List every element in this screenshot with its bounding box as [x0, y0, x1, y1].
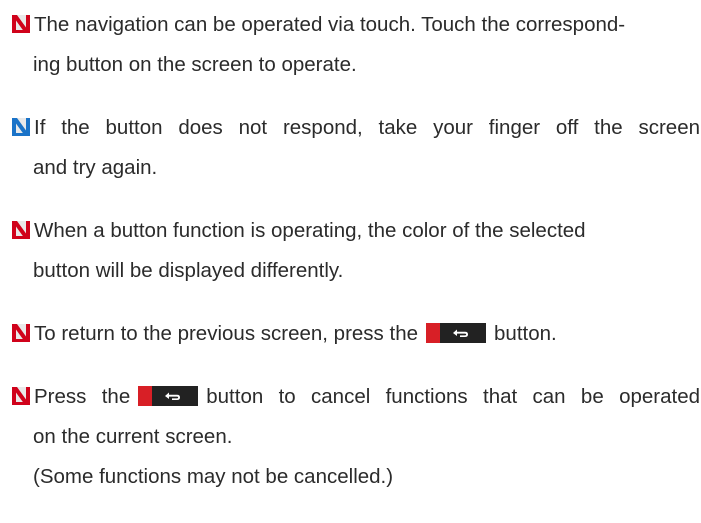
back-button-icon: [426, 323, 487, 343]
note-line: Press the button to cancel functions tha…: [12, 377, 700, 417]
note-no-response: If the button does not respond, take you…: [12, 108, 700, 188]
note-line: The navigation can be operated via touch…: [12, 5, 700, 45]
note-touch-operation: The navigation can be operated via touch…: [12, 5, 700, 85]
note-line: If the button does not respond, take you…: [12, 108, 700, 148]
back-button-icon: [138, 386, 199, 406]
note-line: ing button on the screen to operate.: [33, 53, 357, 76]
note-cancel-functions: Press the button to cancel functions tha…: [12, 377, 700, 497]
note-line: (Some functions may not be cancelled.): [33, 465, 394, 488]
red-marker-icon: [12, 387, 30, 405]
note-selected-color: When a button function is operating, the…: [12, 211, 700, 291]
note-line: To return to the previous screen, press …: [12, 314, 700, 354]
red-marker-icon: [12, 324, 30, 342]
note-line: on the current screen.: [33, 425, 233, 448]
red-marker-icon: [12, 15, 30, 33]
note-line: When a button function is operating, the…: [12, 211, 700, 251]
note-line: button will be displayed differently.: [33, 259, 344, 282]
red-marker-icon: [12, 221, 30, 239]
blue-marker-icon: [12, 118, 30, 136]
note-line: and try again.: [33, 156, 158, 179]
note-return-previous: To return to the previous screen, press …: [12, 314, 700, 354]
